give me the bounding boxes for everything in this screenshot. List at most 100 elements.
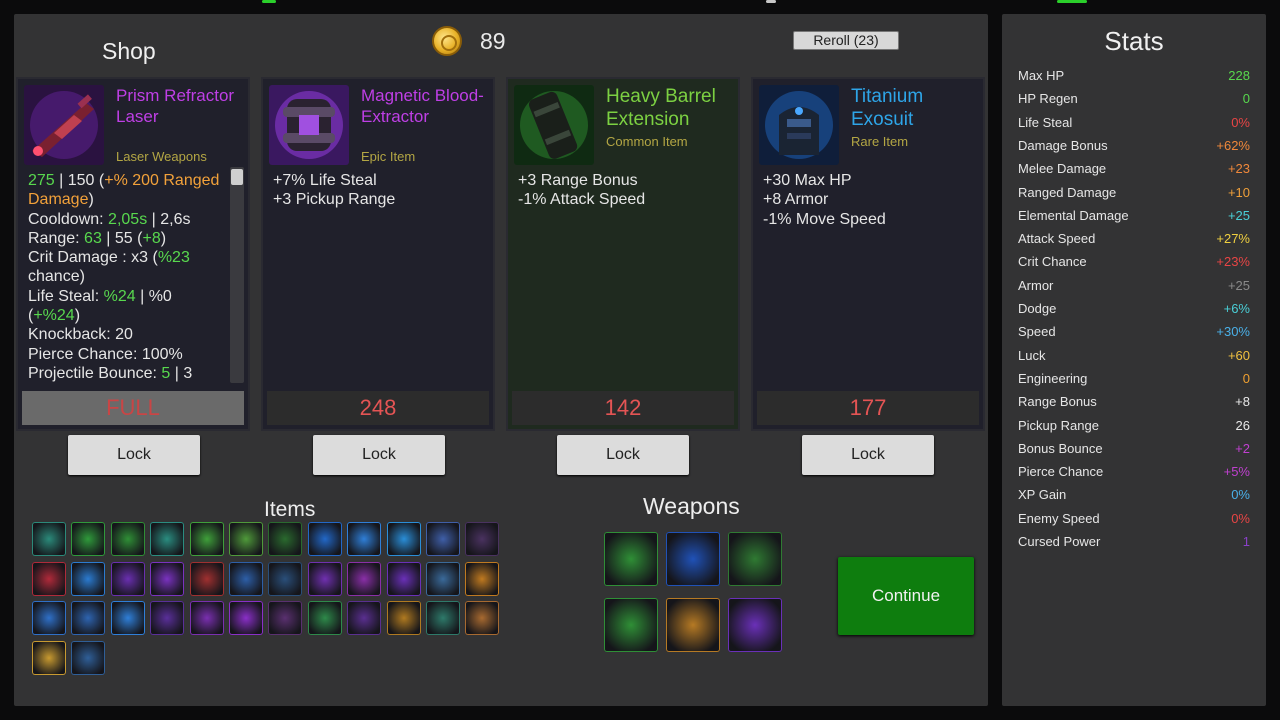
heavy-barrel-icon <box>514 85 594 165</box>
shop-card[interactable]: Magnetic Blood-Extractor Epic Item +7% L… <box>261 77 495 431</box>
item-datapad-icon[interactable] <box>71 640 106 675</box>
item-canister-icon[interactable] <box>189 522 224 556</box>
item-cube-icon[interactable] <box>347 601 382 635</box>
stat-value: 1 <box>1242 534 1250 549</box>
stat-value: +6% <box>1223 301 1250 316</box>
stat-label: Speed <box>1018 324 1056 340</box>
item-bolt-icon[interactable] <box>386 601 421 635</box>
weapon-green-rifle-icon[interactable] <box>604 532 658 586</box>
lock-button[interactable]: Lock <box>68 435 200 475</box>
item-tablet-icon[interactable] <box>347 522 382 556</box>
weapon-green-shotgun-icon[interactable] <box>728 532 782 586</box>
item-thruster-icon[interactable] <box>110 601 145 635</box>
stat-value: 0% <box>1231 114 1250 130</box>
stat-value: +62% <box>1216 137 1250 153</box>
weapon-purple-blaster-icon[interactable] <box>728 598 782 652</box>
item-blade-icon[interactable] <box>110 561 145 596</box>
stat-segment: Life Steal: <box>28 287 104 305</box>
item-sphere-icon[interactable] <box>386 561 421 596</box>
stat-segment: | 150 ( <box>54 172 105 189</box>
stat-segment: %24 <box>103 287 136 305</box>
stat-line: -1% Move Speed <box>763 210 973 229</box>
item-chest-icon[interactable] <box>268 561 303 596</box>
item-spike-icon[interactable] <box>189 561 224 596</box>
card-price[interactable]: 248 <box>267 391 489 425</box>
item-chip-icon[interactable] <box>425 561 460 596</box>
item-gauntlet-icon[interactable] <box>347 561 382 596</box>
stat-value: 228 <box>1228 68 1250 83</box>
stat-line: +3 Range Bonus <box>518 171 728 190</box>
shop-card[interactable]: Prism Refractor Laser Laser Weapons 275 … <box>16 77 250 431</box>
card-subtitle: Laser Weapons <box>116 149 207 164</box>
stat-segment: | 3 <box>170 364 193 382</box>
card-stats-text: +7% Life Steal +3 Pickup Range <box>273 171 483 210</box>
item-emblem-icon[interactable] <box>465 561 500 596</box>
item-boots-icon[interactable] <box>307 601 342 635</box>
stat-line: Range: 63 | 55 (+8) <box>28 229 228 248</box>
stat-row: Pierce Chance +5% <box>1018 462 1250 482</box>
stat-segment: 63 <box>84 229 102 247</box>
lock-button[interactable]: Lock <box>313 435 445 475</box>
item-scanner-icon[interactable] <box>71 601 106 635</box>
stat-value: 0 <box>1242 91 1250 107</box>
stat-segment: | 55 ( <box>101 229 143 247</box>
stat-value: +25 <box>1227 207 1250 223</box>
shop-card[interactable]: Titanium Exosuit Rare Item +30 Max HP +8 … <box>751 77 985 431</box>
lock-button[interactable]: Lock <box>557 435 689 475</box>
item-claw-icon[interactable] <box>110 522 145 556</box>
item-gold-crate-icon[interactable] <box>32 640 66 675</box>
glow-accent <box>1057 0 1087 3</box>
stat-segment: -1% Attack Speed <box>518 191 646 209</box>
stat-value: +8 <box>1235 394 1250 410</box>
stat-segment: Crit Damage : x3 ( <box>28 249 158 267</box>
item-core-icon[interactable] <box>465 522 500 556</box>
item-rune-icon[interactable] <box>307 561 342 596</box>
card-stats-text: 275 | 150 (+% 200 Ranged Damage) Cooldown… <box>28 171 228 383</box>
stat-label: Range Bonus <box>1018 394 1097 410</box>
stat-row: Life Steal 0% <box>1018 113 1250 133</box>
stat-segment: 5 <box>161 364 171 382</box>
item-orb-icon[interactable] <box>32 561 66 596</box>
stat-segment: | 2,6s <box>147 210 191 228</box>
item-helmet-icon[interactable] <box>307 522 342 556</box>
item-star-icon[interactable] <box>150 561 185 596</box>
shop-card[interactable]: Heavy Barrel Extension Common Item +3 Ra… <box>506 77 740 431</box>
stat-line: +3 Pickup Range <box>273 190 483 209</box>
item-blaster-icon[interactable] <box>150 601 185 635</box>
item-crate-icon[interactable] <box>32 522 66 556</box>
stat-label: Life Steal <box>1018 114 1073 130</box>
continue-button[interactable]: Continue <box>838 557 974 635</box>
item-rifle-icon[interactable] <box>268 522 303 556</box>
stat-value: 0% <box>1231 487 1250 503</box>
item-armor-icon[interactable] <box>425 522 460 556</box>
card-scrollbar[interactable] <box>230 167 244 383</box>
reroll-button[interactable]: Reroll (23) <box>793 31 899 50</box>
item-drill-icon[interactable] <box>71 522 106 556</box>
stat-label: Bonus Bounce <box>1018 440 1103 456</box>
card-price[interactable]: 142 <box>512 391 734 425</box>
weapon-blue-laser-icon[interactable] <box>666 532 720 586</box>
item-pod-icon[interactable] <box>32 601 66 635</box>
card-price[interactable]: 177 <box>757 391 979 425</box>
weapon-green-smg-icon[interactable] <box>604 598 658 652</box>
item-exo-icon[interactable] <box>228 561 263 596</box>
stat-label: Luck <box>1018 347 1046 363</box>
item-gear-icon[interactable] <box>150 522 185 556</box>
item-compass-icon[interactable] <box>465 601 500 635</box>
stat-segment: +3 Range Bonus <box>518 172 638 189</box>
scrollbar-thumb[interactable] <box>231 169 243 185</box>
item-ring-icon[interactable] <box>71 561 106 596</box>
item-shard-icon[interactable] <box>228 601 263 635</box>
stat-row: Pickup Range 26 <box>1018 416 1250 436</box>
stat-label: Enemy Speed <box>1018 510 1100 526</box>
lock-button[interactable]: Lock <box>802 435 934 475</box>
item-module-icon[interactable] <box>268 601 303 635</box>
item-barrel-icon[interactable] <box>228 522 263 556</box>
item-eye-icon[interactable] <box>425 601 460 635</box>
item-crystal-icon[interactable] <box>189 601 224 635</box>
item-shield-icon[interactable] <box>386 522 421 556</box>
card-price[interactable]: FULL <box>22 391 244 425</box>
stat-line: 275 | 150 (+% 200 Ranged Damage) <box>28 171 228 210</box>
weapon-gold-cannon-icon[interactable] <box>666 598 720 652</box>
stat-label: Pickup Range <box>1018 417 1099 433</box>
